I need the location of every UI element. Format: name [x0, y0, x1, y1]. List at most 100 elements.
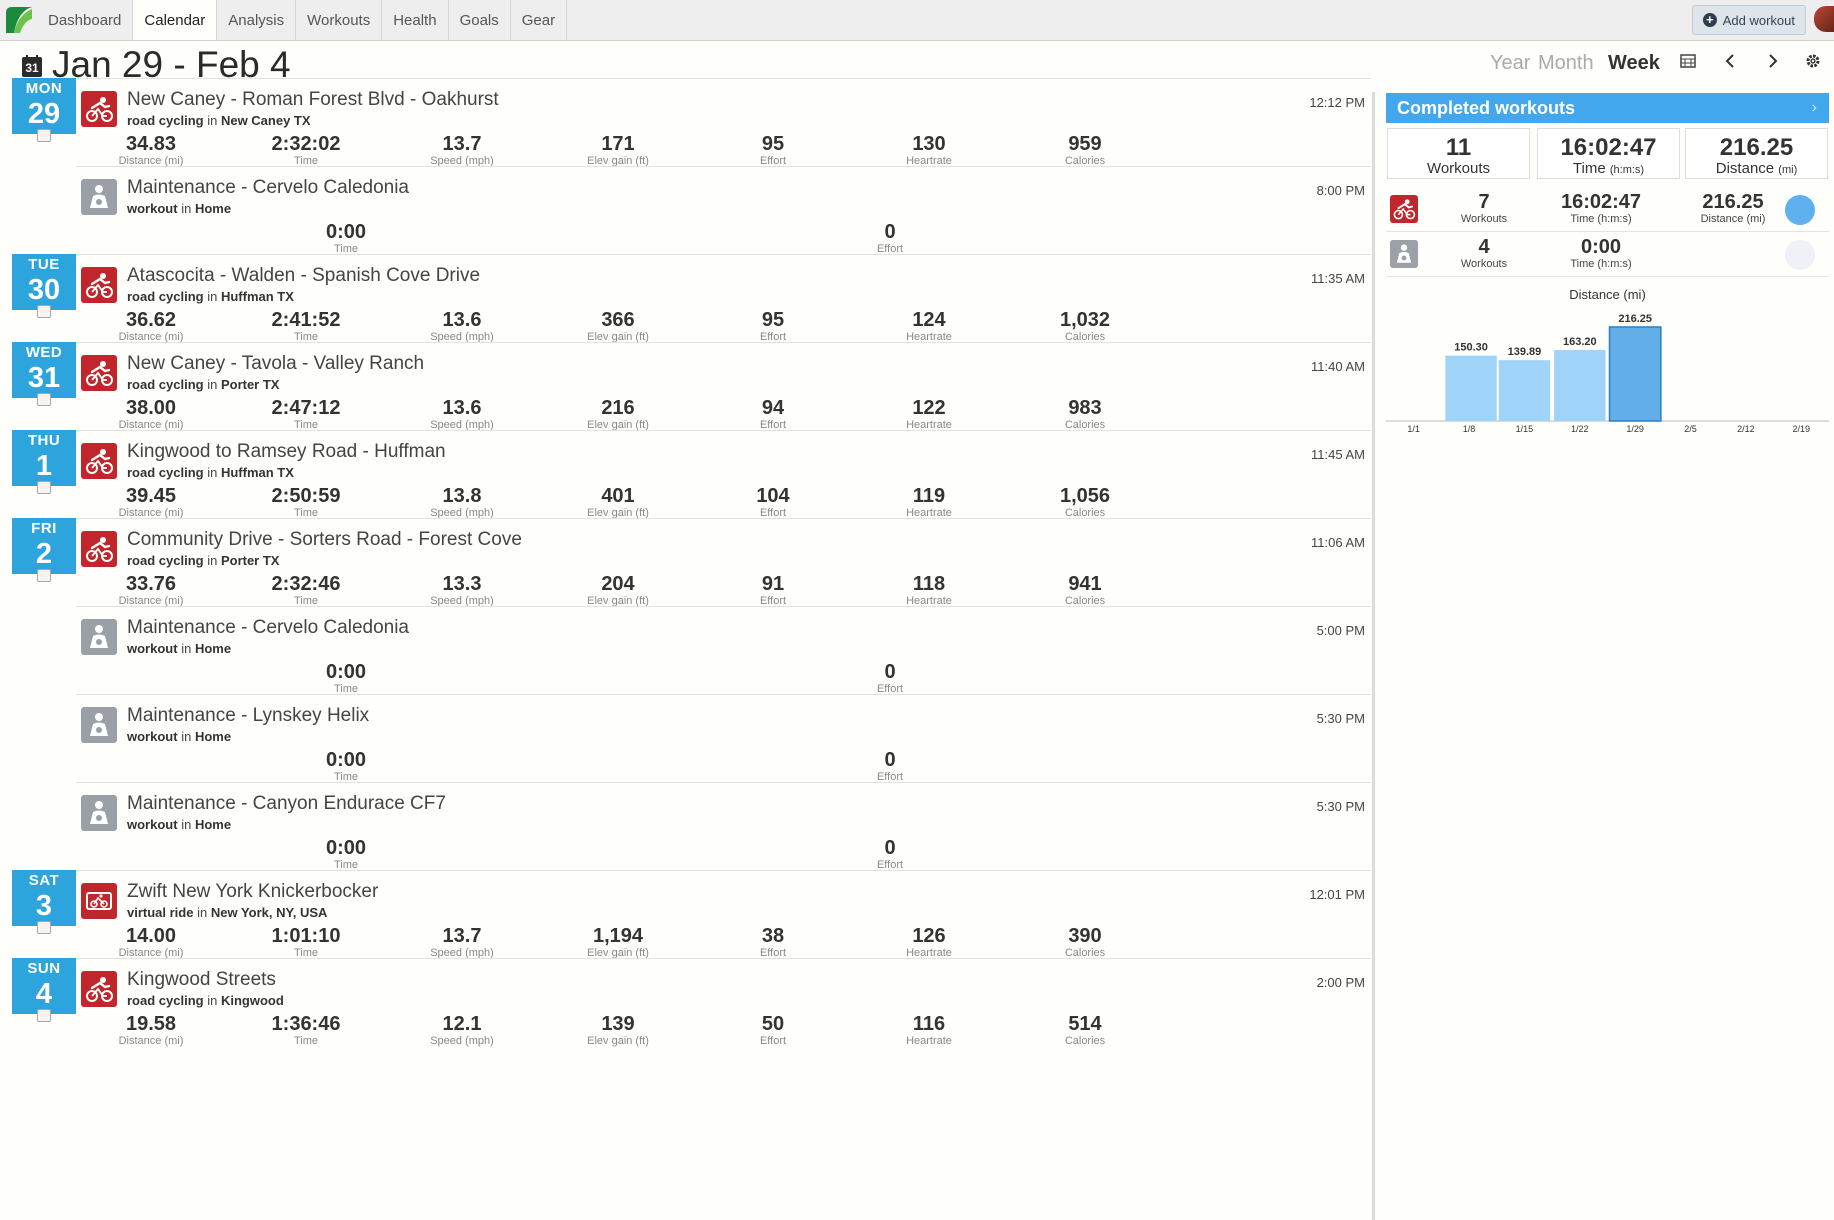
workout-row[interactable]: Atascocita - Walden - Spanish Cove Drive…: [76, 254, 1371, 343]
tab-workouts[interactable]: Workouts: [296, 0, 383, 40]
cycling-icon: [81, 267, 117, 303]
chart-bar-1-15[interactable]: [1498, 360, 1551, 421]
summary-type-row[interactable]: 4 Workouts 0:00 Time (h:m:s): [1386, 232, 1829, 277]
maintenance-icon: [81, 707, 117, 743]
metric-calories: 1,032 Calories: [1059, 309, 1111, 343]
chart-bar-1-8[interactable]: [1445, 355, 1497, 421]
workout-start-time: 5:30 PM: [1316, 799, 1365, 814]
day-badge-sat[interactable]: SAT 3: [12, 870, 76, 926]
maintenance-icon: [81, 179, 117, 215]
workout-row[interactable]: Maintenance - Cervelo Caledonia workout …: [76, 166, 1371, 255]
summary-distance: 216.25 Distance (mi): [1685, 128, 1828, 179]
cycling-icon: [81, 355, 117, 391]
workout-title[interactable]: Maintenance - Lynskey Helix: [127, 705, 369, 727]
chart-bar-1-22[interactable]: [1554, 350, 1606, 421]
metric-heartrate: 124 Heartrate: [906, 309, 952, 343]
day-badge-mon[interactable]: MON 29: [12, 78, 76, 134]
workout-row[interactable]: New Caney - Tavola - Valley Ranch road c…: [76, 342, 1371, 431]
period-week[interactable]: Week: [1608, 52, 1660, 75]
workout-start-time: 5:30 PM: [1316, 711, 1365, 726]
add-workout-button[interactable]: + Add workout: [1691, 5, 1806, 35]
chart-tick-label: 1/15: [1516, 424, 1534, 434]
summary-workouts-label: Workouts: [1426, 160, 1491, 177]
workout-row[interactable]: Kingwood Streets road cycling in Kingwoo…: [76, 958, 1371, 1047]
workout-subtitle: road cycling in New Caney TX: [127, 113, 311, 128]
metric-time: 0:00 Time: [325, 749, 367, 783]
add-to-day-icon[interactable]: [37, 921, 51, 934]
metric-time: 1:01:10 Time: [271, 925, 341, 959]
day-date: 3: [35, 890, 53, 922]
day-badge-sun[interactable]: SUN 4: [12, 958, 76, 1014]
workout-row[interactable]: Maintenance - Canyon Endurace CF7 workou…: [76, 782, 1371, 871]
workout-title[interactable]: New Caney - Roman Forest Blvd - Oakhurst: [127, 89, 499, 111]
avatar[interactable]: [1814, 6, 1834, 32]
workout-title[interactable]: Community Drive - Sorters Road - Forest …: [127, 529, 522, 551]
metric-heartrate: 130 Heartrate: [906, 133, 952, 167]
workout-row[interactable]: Kingwood to Ramsey Road - Huffman road c…: [76, 430, 1371, 519]
workout-title[interactable]: New Caney - Tavola - Valley Ranch: [127, 353, 424, 375]
chevron-left-icon[interactable]: [1723, 52, 1737, 75]
workout-start-time: 12:12 PM: [1309, 95, 1365, 110]
day-badge-fri[interactable]: FRI 2: [12, 518, 76, 574]
workout-title[interactable]: Zwift New York Knickerbocker: [127, 881, 378, 903]
scrollbar[interactable]: [1372, 92, 1375, 1220]
tab-health[interactable]: Health: [382, 0, 449, 40]
panel-title: Completed workouts: [1397, 98, 1576, 118]
workout-start-time: 2:00 PM: [1316, 975, 1365, 990]
chart-value-label: 163.20: [1563, 336, 1597, 348]
period-month[interactable]: Month: [1538, 52, 1594, 75]
metric-elev: 366 Elev gain (ft): [587, 309, 649, 343]
chart-bar-1-29[interactable]: [1608, 326, 1662, 422]
tab-calendar[interactable]: Calendar: [133, 0, 218, 40]
day-badge-wed[interactable]: WED 31: [12, 342, 76, 398]
summary-type-row[interactable]: 7 Workouts 16:02:47 Time (h:m:s) 216.25 Dist…: [1386, 187, 1829, 232]
day-badge-thu[interactable]: THU 1: [12, 430, 76, 486]
workout-start-time: 5:00 PM: [1316, 623, 1365, 638]
workout-start-time: 12:01 PM: [1309, 887, 1365, 902]
chevron-right-icon[interactable]: [1766, 52, 1780, 75]
workout-subtitle: workout in Home: [127, 817, 232, 832]
workout-row[interactable]: Maintenance - Cervelo Caledonia workout …: [76, 606, 1371, 695]
workout-start-time: 11:40 AM: [1311, 359, 1365, 374]
workout-row[interactable]: New Caney - Roman Forest Blvd - Oakhurst…: [76, 78, 1371, 167]
summary-time: 16:02:47 Time (h:m:s): [1537, 128, 1680, 179]
workout-row[interactable]: Zwift New York Knickerbocker virtual rid…: [76, 870, 1371, 959]
workout-title[interactable]: Atascocita - Walden - Spanish Cove Drive: [127, 265, 480, 287]
add-to-day-icon[interactable]: [37, 305, 51, 318]
workout-row[interactable]: Community Drive - Sorters Road - Forest …: [76, 518, 1371, 607]
workout-start-time: 8:00 PM: [1316, 183, 1365, 198]
tab-gear[interactable]: Gear: [511, 0, 568, 40]
workout-title[interactable]: Maintenance - Cervelo Caledonia: [127, 617, 409, 639]
tab-analysis[interactable]: Analysis: [217, 0, 297, 40]
day-badge-tue[interactable]: TUE 30: [12, 254, 76, 310]
workout-subtitle: road cycling in Kingwood: [127, 993, 284, 1008]
tab-dashboard[interactable]: Dashboard: [38, 0, 134, 40]
tab-goals[interactable]: Goals: [449, 0, 511, 40]
add-to-day-icon[interactable]: [37, 393, 51, 406]
add-to-day-icon[interactable]: [37, 569, 51, 582]
period-year[interactable]: Year: [1490, 52, 1530, 75]
app-logo-icon[interactable]: [0, 0, 38, 40]
gear-icon[interactable]: [1805, 52, 1821, 75]
workout-title[interactable]: Kingwood to Ramsey Road - Huffman: [127, 441, 446, 463]
metric-calories: 390 Calories: [1064, 925, 1106, 959]
metric-effort: 94 Effort: [759, 397, 787, 431]
metric-heartrate: 118 Heartrate: [906, 573, 952, 607]
day-date: 2: [35, 538, 53, 570]
workout-subtitle: road cycling in Huffman TX: [127, 465, 294, 480]
chevron-right-icon[interactable]: ›: [1812, 93, 1817, 123]
completed-workouts-header[interactable]: Completed workouts ›: [1386, 93, 1829, 123]
maintenance-icon: [81, 619, 117, 655]
add-to-day-icon[interactable]: [37, 481, 51, 494]
workout-subtitle: road cycling in Porter TX: [127, 377, 280, 392]
day-date: 30: [27, 274, 61, 306]
workout-title[interactable]: Maintenance - Cervelo Caledonia: [127, 177, 409, 199]
calendar-grid-icon[interactable]: [1680, 52, 1696, 75]
add-to-day-icon[interactable]: [37, 129, 51, 142]
metric-elev: 401 Elev gain (ft): [587, 485, 649, 519]
add-to-day-icon[interactable]: [37, 1009, 51, 1022]
workout-title[interactable]: Maintenance - Canyon Endurace CF7: [127, 793, 446, 815]
workout-title[interactable]: Kingwood Streets: [127, 969, 276, 991]
calendar-icon: 31: [22, 55, 42, 77]
workout-row[interactable]: Maintenance - Lynskey Helix workout in H…: [76, 694, 1371, 783]
